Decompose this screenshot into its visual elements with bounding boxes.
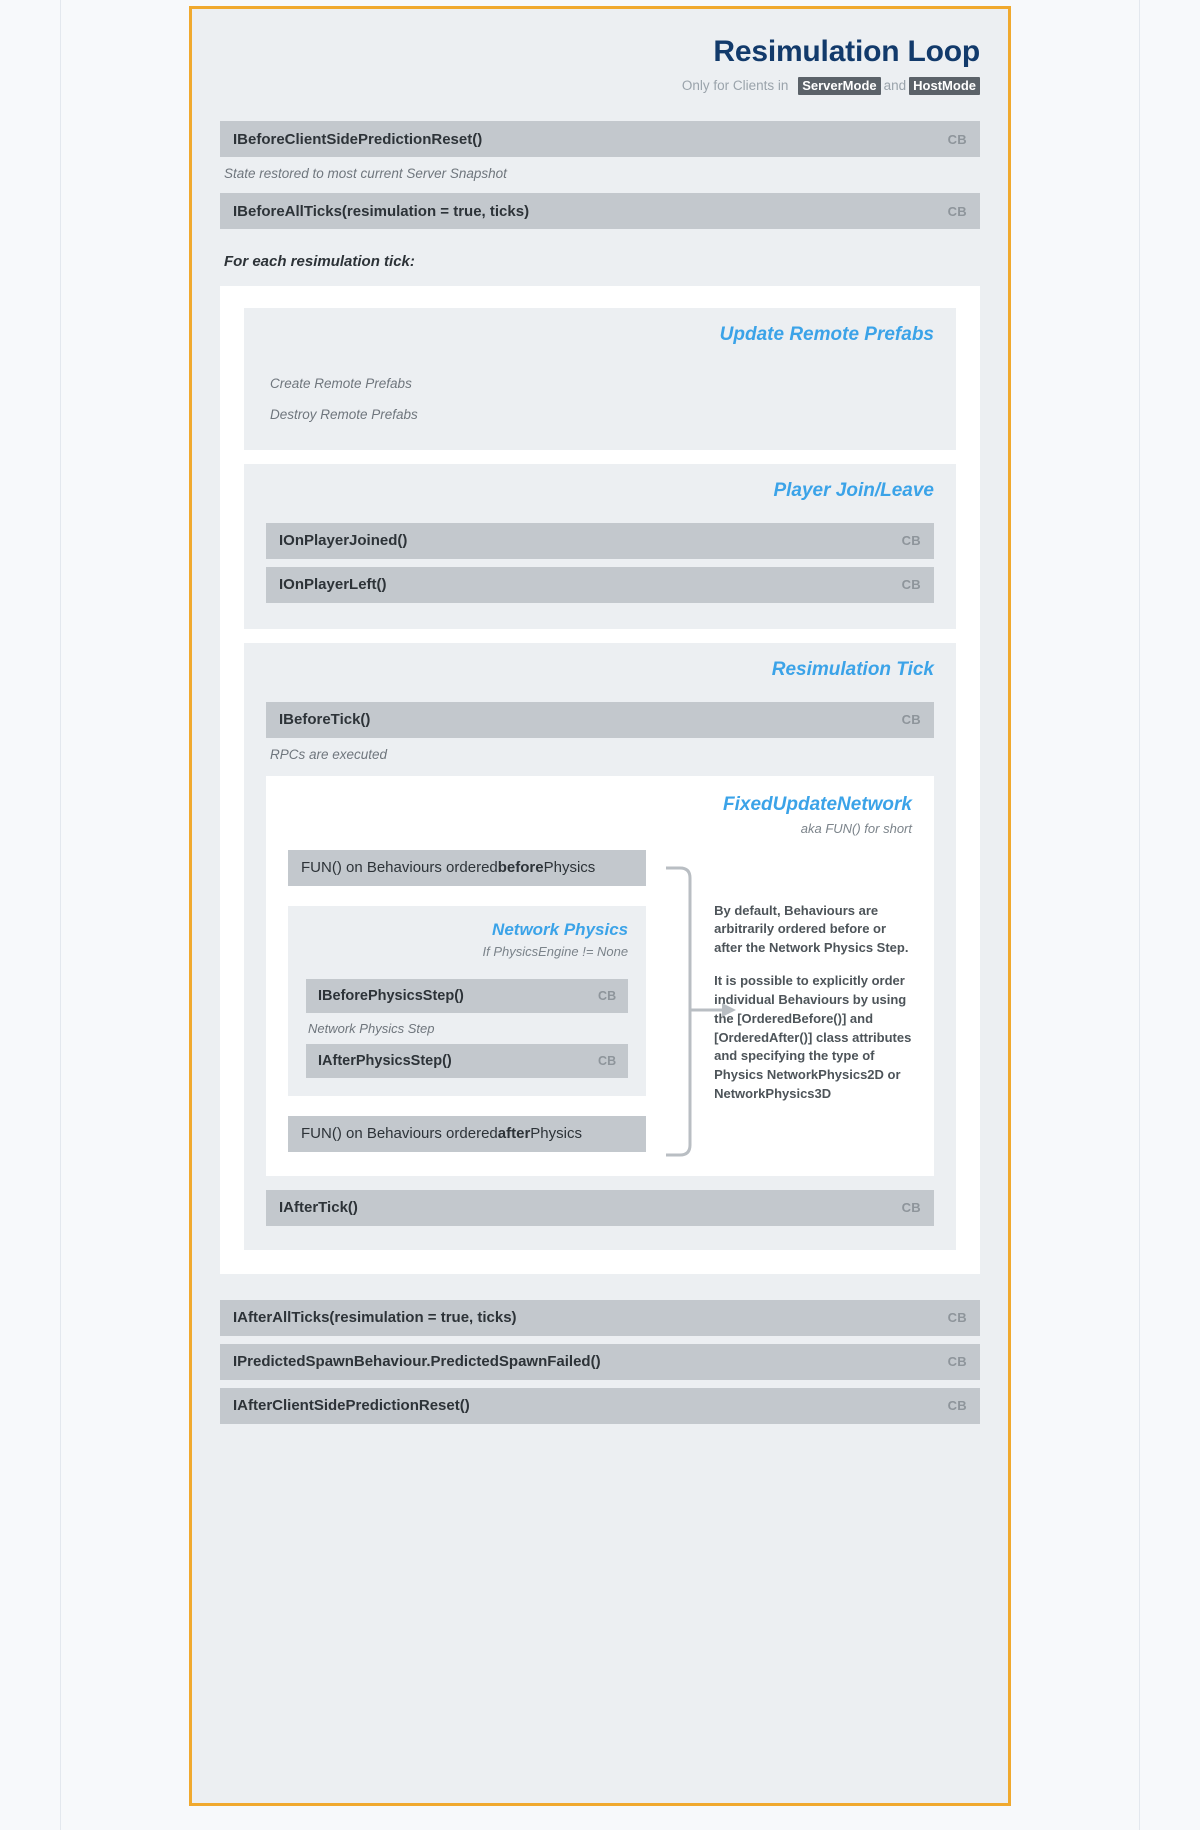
create-remote-prefabs-item: Create Remote Prefabs xyxy=(270,376,412,392)
callback-label: IAfterClientSidePredictionReset() xyxy=(233,1397,470,1415)
callback-label: IAfterPhysicsStep() xyxy=(318,1052,452,1069)
ordering-side-note-paragraph-1: By default, Behaviours are arbitrarily o… xyxy=(714,902,909,956)
callback-bar-before-tick[interactable]: IBeforeTick() CB xyxy=(266,701,934,738)
callback-bar-after-physics-step[interactable]: IAfterPhysicsStep() CB xyxy=(306,1043,629,1078)
callback-badge: CB xyxy=(947,1398,967,1414)
callback-bar-before-client-side-prediction-reset[interactable]: IBeforeClientSidePredictionReset() CB xyxy=(220,121,980,158)
right-guide-rail xyxy=(1139,0,1140,1830)
rpc-executed-note: RPCs are executed xyxy=(270,746,388,762)
callback-badge: CB xyxy=(947,1354,967,1370)
player-join-leave-block: Player Join/Leave IOnPlayerJoined() CB I… xyxy=(244,464,956,629)
fun-after-physics-suffix: Physics xyxy=(530,1125,582,1143)
fun-ordering-column: FUN() on Behaviours ordered before Physi… xyxy=(288,849,647,1152)
state-restored-note: State restored to most current Server Sn… xyxy=(224,166,507,182)
callback-label: IOnPlayerJoined() xyxy=(279,532,408,550)
callback-label: IPredictedSpawnBehaviour.PredictedSpawnF… xyxy=(233,1353,601,1371)
callback-label: IAfterTick() xyxy=(279,1199,358,1217)
server-mode-chip: ServerMode xyxy=(798,76,881,96)
callback-bar-predicted-spawn-failed[interactable]: IPredictedSpawnBehaviour.PredictedSpawnF… xyxy=(220,1343,980,1380)
network-physics-block: Network Physics If PhysicsEngine != None… xyxy=(288,905,647,1096)
host-mode-chip: HostMode xyxy=(909,76,980,96)
callback-label: IAfterAllTicks(resimulation = true, tick… xyxy=(233,1309,517,1327)
callback-badge: CB xyxy=(598,1053,617,1068)
fun-before-physics-suffix: Physics xyxy=(543,859,596,877)
update-remote-prefabs-block: Update Remote Prefabs Create Remote Pref… xyxy=(244,308,956,451)
callback-label: IBeforePhysicsStep() xyxy=(318,987,464,1004)
network-physics-step-note: Network Physics Step xyxy=(308,1020,435,1036)
callback-bar-before-all-ticks[interactable]: IBeforeAllTicks(resimulation = true, tic… xyxy=(220,193,980,230)
ordering-side-note: By default, Behaviours are arbitrarily o… xyxy=(714,850,912,1104)
resimulation-loop-card: Resimulation Loop Only for Clients in Se… xyxy=(189,6,1011,1806)
callback-bar-on-player-joined[interactable]: IOnPlayerJoined() CB xyxy=(266,522,934,559)
fun-before-physics-bold: before xyxy=(497,859,544,877)
fun-after-physics-bar[interactable]: FUN() on Behaviours ordered after Physic… xyxy=(288,1115,647,1152)
callback-label: IOnPlayerLeft() xyxy=(279,576,387,594)
callback-bar-after-client-side-prediction-reset[interactable]: IAfterClientSidePredictionReset() CB xyxy=(220,1387,980,1424)
loop-subtitle: Only for Clients in ServerMode and HostMod… xyxy=(220,76,980,96)
callback-label: IBeforeTick() xyxy=(279,711,371,729)
ordering-side-note-paragraph-2: It is possible to explicitly order indiv… xyxy=(714,973,912,1102)
fixed-update-network-heading: FixedUpdateNetwork xyxy=(723,793,912,815)
player-join-leave-heading: Player Join/Leave xyxy=(773,480,934,502)
fixed-update-network-panel: FixedUpdateNetwork aka FUN() for short F… xyxy=(266,775,934,1176)
fun-before-physics-prefix: FUN() on Behaviours ordered xyxy=(301,859,498,877)
callback-label: IBeforeAllTicks(resimulation = true, tic… xyxy=(233,202,530,220)
callback-badge: CB xyxy=(901,1200,921,1216)
page-root: Resimulation Loop Only for Clients in Se… xyxy=(0,0,1200,1830)
callback-badge: CB xyxy=(947,131,967,147)
callback-bar-before-physics-step[interactable]: IBeforePhysicsStep() CB xyxy=(306,978,629,1013)
callback-bar-after-all-ticks[interactable]: IAfterAllTicks(resimulation = true, tick… xyxy=(220,1299,980,1336)
subtitle-prefix: Only for Clients in xyxy=(681,77,789,93)
fun-after-physics-prefix: FUN() on Behaviours ordered xyxy=(301,1125,498,1143)
fun-before-physics-bar[interactable]: FUN() on Behaviours ordered before Physi… xyxy=(288,849,647,886)
callback-badge: CB xyxy=(598,988,617,1003)
callback-bar-after-tick[interactable]: IAfterTick() CB xyxy=(266,1189,934,1226)
callback-badge: CB xyxy=(901,533,921,549)
network-physics-subheading: If PhysicsEngine != None xyxy=(482,943,629,959)
update-remote-prefabs-heading: Update Remote Prefabs xyxy=(719,324,934,346)
fixed-update-network-subheading: aka FUN() for short xyxy=(800,820,912,836)
callback-badge: CB xyxy=(901,577,921,593)
for-each-tick-panel: Update Remote Prefabs Create Remote Pref… xyxy=(220,286,980,1274)
resimulation-tick-block: Resimulation Tick IBeforeTick() CB RPCs … xyxy=(244,642,956,1250)
network-physics-heading: Network Physics xyxy=(492,919,629,939)
footer-callback-list: IAfterAllTicks(resimulation = true, tick… xyxy=(220,1299,980,1424)
for-each-tick-lead: For each resimulation tick: xyxy=(224,253,415,271)
callback-bar-on-player-left[interactable]: IOnPlayerLeft() CB xyxy=(266,566,934,603)
page-title: Resimulation Loop xyxy=(713,35,980,68)
callback-badge: CB xyxy=(947,203,967,219)
callback-label: IBeforeClientSidePredictionReset() xyxy=(233,130,483,148)
loop-header: Resimulation Loop Only for Clients in Se… xyxy=(220,35,980,96)
left-guide-rail xyxy=(60,0,61,1830)
subtitle-join: and xyxy=(883,77,907,93)
fun-after-physics-bold: after xyxy=(497,1125,531,1143)
resimulation-tick-heading: Resimulation Tick xyxy=(771,658,934,680)
callback-badge: CB xyxy=(947,1310,967,1326)
destroy-remote-prefabs-item: Destroy Remote Prefabs xyxy=(270,407,418,423)
callback-badge: CB xyxy=(901,712,921,728)
